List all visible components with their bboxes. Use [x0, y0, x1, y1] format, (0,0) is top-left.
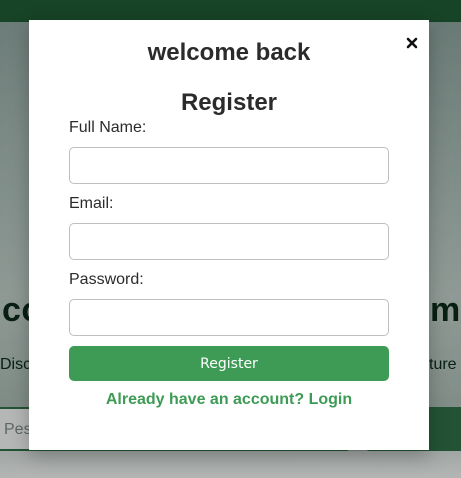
register-title: Register [180, 89, 278, 116]
full-name-label: Full Name: [69, 119, 147, 136]
register-button[interactable]: Register [69, 346, 389, 381]
email-input[interactable] [69, 223, 389, 260]
email-label: Email: [69, 195, 114, 212]
full-name-input[interactable] [69, 147, 389, 184]
password-input[interactable] [69, 299, 389, 336]
login-link[interactable]: Already have an account? Login [29, 391, 429, 409]
password-label: Password: [69, 271, 144, 288]
welcome-heading: welcome back [147, 39, 311, 66]
register-modal: welcome back Register Full Name: Email: … [29, 20, 429, 450]
